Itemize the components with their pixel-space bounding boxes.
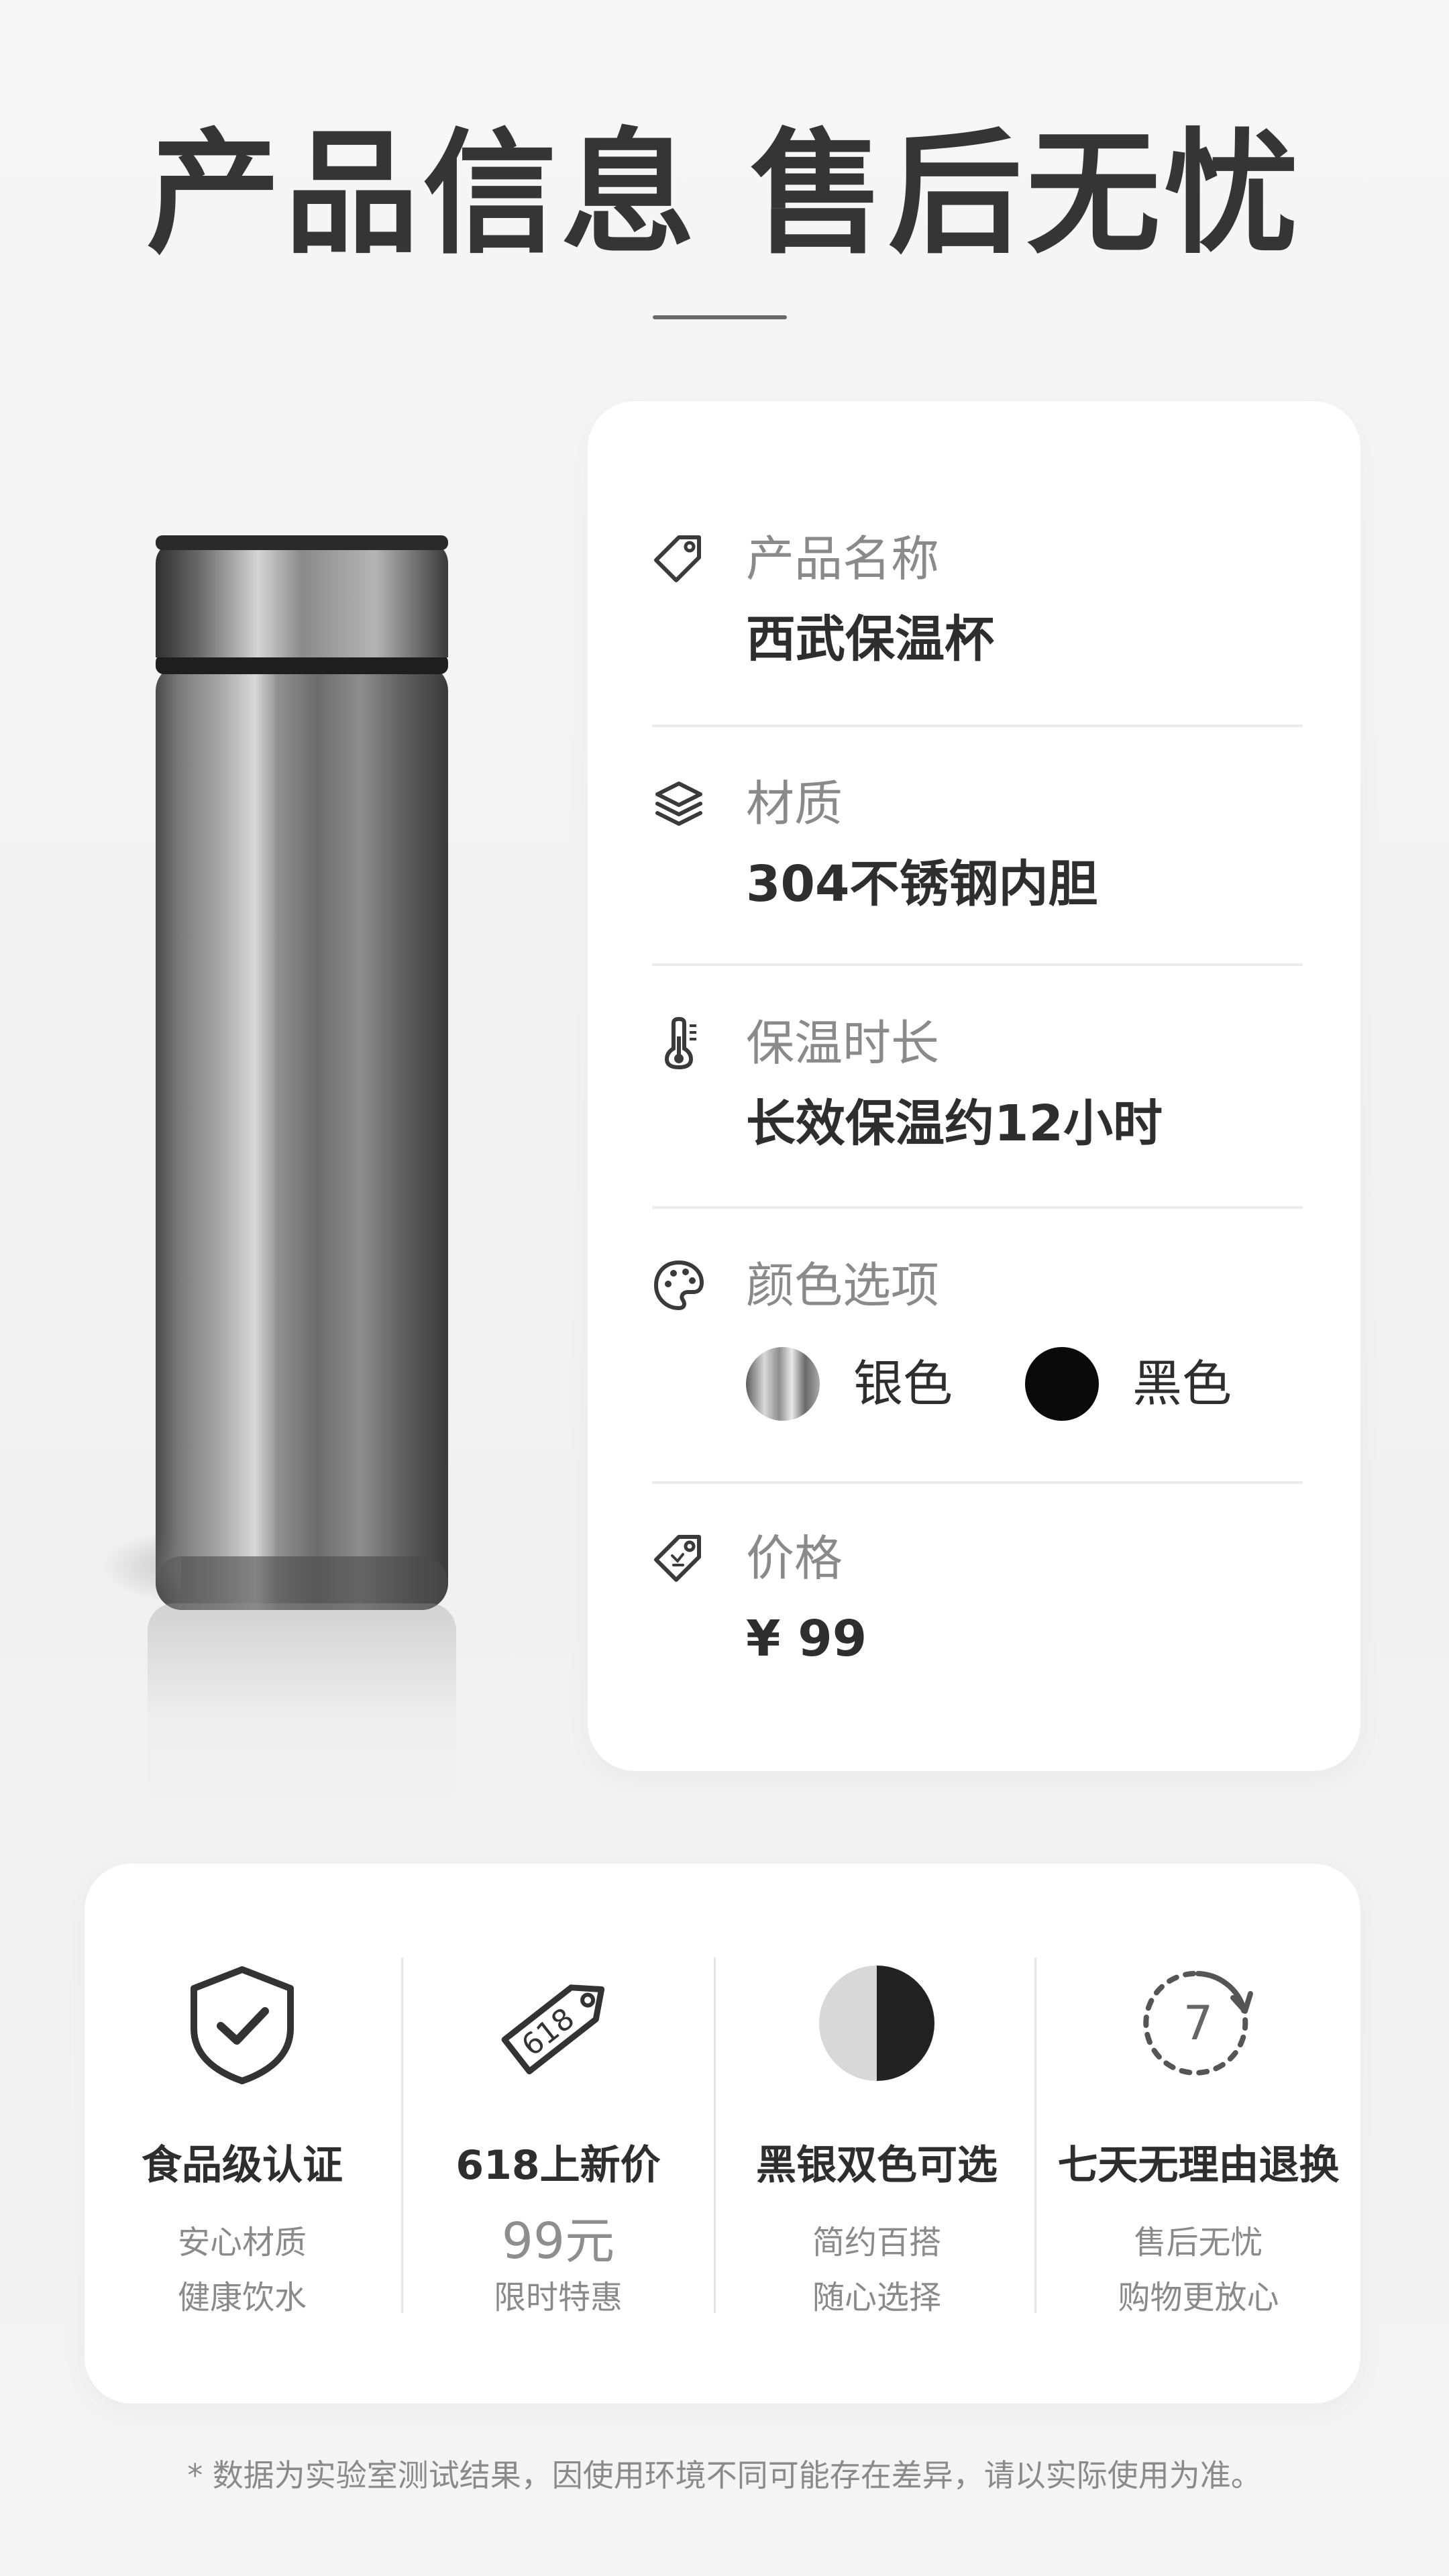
tag-text: 618 (515, 2002, 581, 2063)
feature-two-colors: 黑银双色可选 简约百搭 随心选择 (716, 1864, 1038, 2404)
divider (652, 724, 1303, 727)
feature-price: 99元 (501, 2212, 615, 2270)
product-info-card: 产品名称 西武保温杯 材质 304不锈钢内胆 保温时长 长效保温约12小时 颜色… (588, 401, 1360, 1771)
feature-title: 食品级认证 (142, 2142, 343, 2189)
tag-icon (654, 535, 701, 582)
divider (652, 1206, 1303, 1209)
feature-card: 食品级认证 安心材质 健康饮水 618 618上新价 99元 限时特惠 黑银双色… (85, 1864, 1360, 2404)
seven-day-return-icon: 7 (1143, 1970, 1253, 2076)
feature-subtext: 购物更放心 (1118, 2279, 1279, 2316)
palette-icon (654, 1260, 704, 1310)
feature-title: 黑银双色可选 (756, 2142, 998, 2189)
product-bottle-image (101, 523, 476, 1831)
info-row-colors: 颜色选项 银色 黑色 (652, 1255, 1303, 1430)
info-value: 304不锈钢内胆 (746, 855, 1098, 913)
price-tag-icon (654, 1535, 701, 1582)
bottle-shadow (101, 1529, 181, 1603)
feature-title: 618上新价 (455, 2142, 661, 2189)
info-label: 价格 (746, 1530, 843, 1587)
info-row-name: 产品名称 西武保温杯 (652, 529, 1303, 668)
info-label: 产品名称 (746, 531, 940, 587)
info-row-price: 价格 ¥ 99 (652, 1528, 1303, 1668)
info-row-insulation: 保温时长 长效保温约12小时 (652, 1013, 1303, 1152)
color-option-label[interactable]: 黑色 (1132, 1347, 1232, 1421)
info-row-material: 材质 304不锈钢内胆 (652, 773, 1303, 913)
feature-subtext: 安心材质 (177, 2224, 307, 2261)
shield-check-icon (191, 1966, 294, 2084)
info-value: 西武保温杯 (746, 610, 994, 668)
disclaimer-footnote: * 数据为实验室测试结果，因使用环境不同可能存在差异，请以实际使用为准。 (187, 2457, 1262, 2493)
color-option-label[interactable]: 银色 (853, 1347, 953, 1421)
feature-subtext: 简约百搭 (812, 2224, 941, 2261)
divider (652, 963, 1303, 966)
page-title: 产品信息 售后无忧 (146, 116, 1303, 272)
feature-subtext: 限时特惠 (493, 2279, 623, 2316)
title-underline (653, 315, 787, 319)
layers-icon (655, 782, 702, 826)
price-value: ¥ 99 (746, 1610, 867, 1668)
feature-food-grade: 食品级认证 安心材质 健康饮水 (85, 1864, 400, 2404)
badge-number: 7 (1183, 1996, 1214, 2051)
feature-seven-day-return: 7 七天无理由退换 售后无忧 购物更放心 (1036, 1864, 1360, 2404)
feature-subtext: 随心选择 (812, 2279, 941, 2316)
color-swatch-black[interactable] (1025, 1347, 1099, 1421)
info-label: 材质 (746, 775, 843, 832)
bottle-reflection (148, 1603, 456, 1811)
bottle-illustration (156, 535, 448, 1610)
feature-title: 七天无理由退换 (1057, 2142, 1340, 2189)
thermometer-icon (664, 1016, 696, 1070)
color-swatch-silver[interactable] (746, 1347, 820, 1421)
info-label: 保温时长 (746, 1015, 940, 1071)
feature-subtext: 售后无忧 (1134, 2224, 1263, 2261)
feature-618-price: 618 618上新价 99元 限时特惠 (403, 1864, 713, 2404)
feature-subtext: 健康饮水 (177, 2279, 307, 2316)
info-value: 长效保温约12小时 (746, 1095, 1163, 1152)
info-label: 颜色选项 (746, 1257, 940, 1313)
divider (652, 1481, 1303, 1484)
half-black-half-silver-icon (819, 1966, 934, 2081)
price-tag-618-icon: 618 (501, 1984, 605, 2075)
